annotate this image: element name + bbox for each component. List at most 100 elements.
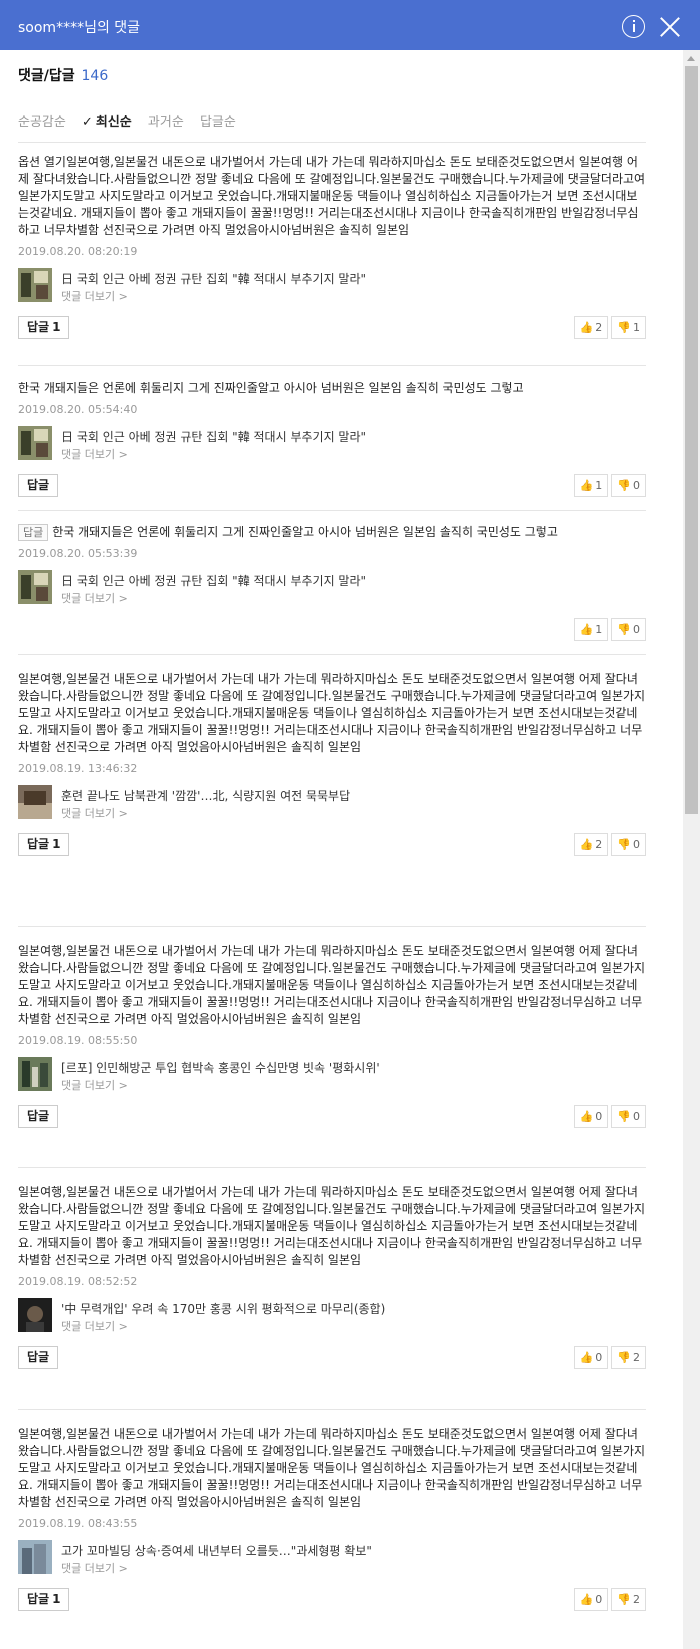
comment-item: 답글 한국 개돼지들은 언론에 휘둘리지 그게 진짜인줄알고 아시아 넘버원은 일… (18, 524, 646, 641)
comment-date: 2019.08.19. 08:43:55 (18, 1517, 138, 1530)
comment-text: 일본여행,일본물건 내돈으로 내가벌어서 가는데 내가 가는데 뭐라하지마십소 … (18, 1427, 646, 1509)
reply-button[interactable]: 답글 1 (18, 833, 70, 856)
reply-tag: 답글 (18, 524, 49, 541)
article-thumbnail[interactable] (18, 1057, 52, 1091)
article-thumbnail[interactable] (18, 268, 52, 302)
more-comments-link[interactable]: 댓글 더보기 > (61, 446, 128, 462)
article-thumbnail[interactable] (18, 570, 52, 604)
more-comments-link[interactable]: 댓글 더보기 > (61, 1077, 128, 1093)
scroll-up-arrow-icon[interactable] (687, 56, 695, 61)
like-button[interactable]: 👍 1 (573, 474, 609, 497)
article-title[interactable]: 고가 꼬마빌딩 상속·증여세 내년부터 오를듯…"과세형평 확보" (61, 1542, 372, 1559)
more-comments-link[interactable]: 댓글 더보기 > (61, 1318, 128, 1334)
comment-item: 일본여행,일본물건 내돈으로 내가벌어서 가는데 내가 가는데 뭐라하지마십소 … (18, 671, 646, 856)
dislike-button[interactable]: 👎 2 (611, 1346, 646, 1369)
thumbs-up-icon: 👍 (579, 623, 594, 636)
dislike-button[interactable]: 👎 0 (611, 1105, 646, 1128)
comment-date: 2019.08.20. 05:54:40 (18, 403, 138, 416)
divider (18, 1167, 646, 1168)
article-link[interactable]: 훈련 끝나도 남북관계 '깜깜'…北, 식량지원 여전 묵묵부답 댓글 더보기 … (18, 785, 646, 821)
comment-date: 2019.08.20. 08:20:19 (18, 245, 138, 258)
close-icon[interactable] (660, 17, 680, 37)
thumbs-down-icon: 👎 (617, 838, 631, 851)
article-title[interactable]: 日 국회 인근 아베 정권 규탄 집회 "韓 적대시 부추기지 말라" (61, 428, 366, 445)
more-comments-link[interactable]: 댓글 더보기 > (61, 1560, 128, 1576)
sort-tab-replies[interactable]: 답글순 (200, 115, 236, 130)
more-comments-link[interactable]: 댓글 더보기 > (61, 288, 128, 304)
article-thumbnail[interactable] (18, 1540, 52, 1574)
article-link[interactable]: 日 국회 인근 아베 정권 규탄 집회 "韓 적대시 부추기지 말라" 댓글 더… (18, 268, 646, 304)
reply-button[interactable]: 답글 1 (18, 1588, 70, 1611)
vote-buttons: 👍 0 👎 2 (571, 1346, 646, 1369)
article-title[interactable]: '中 무력개입' 우려 속 170만 홍콩 시위 평화적으로 마무리(종합) (61, 1300, 385, 1317)
dislike-button[interactable]: 👎 1 (611, 316, 646, 339)
comment-count-header: 댓글/답글 146 (18, 65, 108, 85)
like-button[interactable]: 👍 1 (573, 618, 609, 641)
thumbs-up-icon: 👍 (579, 321, 594, 334)
more-comments-link[interactable]: 댓글 더보기 > (61, 805, 128, 821)
article-link[interactable]: '中 무력개입' 우려 속 170만 홍콩 시위 평화적으로 마무리(종합) 댓… (18, 1298, 646, 1334)
comment-count-label: 댓글/답글 (18, 68, 75, 84)
divider (18, 510, 646, 511)
article-thumbnail[interactable] (18, 1298, 52, 1332)
dialog-title: soom****님의 댓글 (18, 20, 141, 36)
thumbs-up-icon: 👍 (579, 838, 594, 851)
vote-buttons: 👍 2 👎 0 (571, 833, 646, 856)
sort-tab-oldest[interactable]: 과거순 (148, 115, 184, 130)
article-thumbnail[interactable] (18, 785, 52, 819)
divider (18, 365, 646, 366)
article-title[interactable]: 日 국회 인근 아베 정권 규탄 집회 "韓 적대시 부추기지 말라" (61, 572, 366, 589)
article-thumbnail[interactable] (18, 426, 52, 460)
thumbs-down-icon: 👎 (617, 479, 631, 492)
article-link[interactable]: 고가 꼬마빌딩 상속·증여세 내년부터 오를듯…"과세형평 확보" 댓글 더보기… (18, 1540, 646, 1576)
scrollbar-thumb[interactable] (685, 66, 698, 814)
article-link[interactable]: 日 국회 인근 아베 정권 규탄 집회 "韓 적대시 부추기지 말라" 댓글 더… (18, 426, 646, 462)
like-button[interactable]: 👍 0 (573, 1588, 609, 1611)
thumbs-up-icon: 👍 (579, 1593, 594, 1606)
dislike-button[interactable]: 👎 0 (611, 474, 646, 497)
comment-text: 일본여행,일본물건 내돈으로 내가벌어서 가는데 내가 가는데 뭐라하지마십소 … (18, 672, 646, 754)
comment-actions: 답글 1 👍 0 👎 2 (18, 1588, 646, 1611)
thumbs-down-icon: 👎 (617, 623, 631, 636)
dislike-button[interactable]: 👎 0 (611, 833, 646, 856)
reply-button[interactable]: 답글 (18, 1346, 59, 1369)
reply-button[interactable]: 답글 (18, 1105, 59, 1128)
like-button[interactable]: 👍 0 (573, 1346, 609, 1369)
sort-tab-newest[interactable]: 최신순 (96, 115, 132, 130)
comment-item: 일본여행,일본물건 내돈으로 내가벌어서 가는데 내가 가는데 뭐라하지마십소 … (18, 943, 646, 1128)
article-title[interactable]: 日 국회 인근 아베 정권 규탄 집회 "韓 적대시 부추기지 말라" (61, 270, 366, 287)
article-link[interactable]: 日 국회 인근 아베 정권 규탄 집회 "韓 적대시 부추기지 말라" 댓글 더… (18, 570, 646, 606)
like-button[interactable]: 👍 0 (573, 1105, 609, 1128)
thumbs-down-icon: 👎 (617, 321, 631, 334)
article-link[interactable]: [르포] 인민해방군 투입 협박속 홍콩인 수십만명 빗속 '평화시위' 댓글 … (18, 1057, 646, 1093)
thumbs-up-icon: 👍 (579, 1110, 594, 1123)
info-icon[interactable] (622, 15, 645, 38)
comment-actions: 답글 1 👍 2 👎 0 (18, 833, 646, 856)
thumbs-up-icon: 👍 (579, 479, 594, 492)
comment-count: 146 (81, 68, 109, 84)
sort-tab-popular[interactable]: 순공감순 (18, 115, 66, 130)
comment-date: 2019.08.19. 08:52:52 (18, 1275, 138, 1288)
divider (18, 1409, 646, 1410)
dislike-button[interactable]: 👎 2 (611, 1588, 646, 1611)
thumbs-down-icon: 👎 (617, 1351, 631, 1364)
dislike-button[interactable]: 👎 0 (611, 618, 646, 641)
comment-item: 한국 개돼지들은 언론에 휘둘리지 그게 진짜인줄알고 아시아 넘버원은 일본임… (18, 380, 646, 497)
article-title[interactable]: 훈련 끝나도 남북관계 '깜깜'…北, 식량지원 여전 묵묵부답 (61, 787, 350, 804)
comment-actions: 답글 👍 1 👎 0 (18, 474, 646, 497)
scrollbar[interactable] (683, 50, 700, 1649)
like-button[interactable]: 👍 2 (573, 833, 609, 856)
reply-button[interactable]: 답글 (18, 474, 59, 497)
divider (18, 654, 646, 655)
vote-buttons: 👍 1 👎 0 (571, 618, 646, 641)
reply-button[interactable]: 답글 1 (18, 316, 70, 339)
like-button[interactable]: 👍 2 (573, 316, 609, 339)
article-title[interactable]: [르포] 인민해방군 투입 협박속 홍콩인 수십만명 빗속 '평화시위' (61, 1059, 380, 1076)
comment-date: 2019.08.19. 08:55:50 (18, 1034, 138, 1047)
comment-text: 일본여행,일본물건 내돈으로 내가벌어서 가는데 내가 가는데 뭐라하지마십소 … (18, 1185, 646, 1267)
vote-buttons: 👍 0 👎 2 (571, 1588, 646, 1611)
more-comments-link[interactable]: 댓글 더보기 > (61, 590, 128, 606)
comment-text: 답글 한국 개돼지들은 언론에 휘둘리지 그게 진짜인줄알고 아시아 넘버원은 일… (18, 524, 646, 541)
check-icon: ✓ (81, 115, 93, 130)
comment-item: 일본여행,일본물건 내돈으로 내가벌어서 가는데 내가 가는데 뭐라하지마십소 … (18, 1184, 646, 1369)
